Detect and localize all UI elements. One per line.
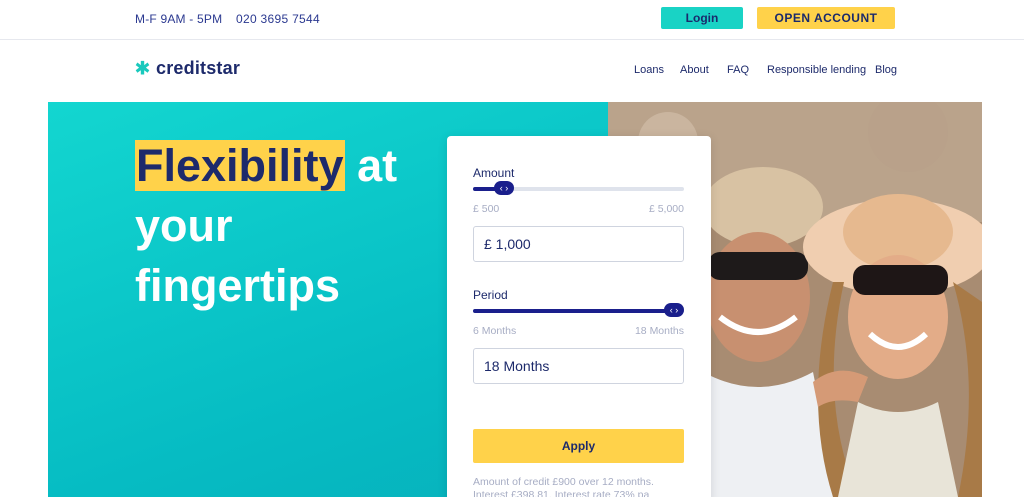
nav-link-loans[interactable]: Loans — [634, 64, 664, 76]
headline-text-3: fingertips — [135, 260, 341, 311]
open-account-button[interactable]: OPEN ACCOUNT — [757, 7, 895, 29]
period-field[interactable]: 18 Months — [473, 348, 684, 384]
period-slider-handle[interactable]: ‹ › — [664, 303, 684, 317]
star-logo-icon — [135, 60, 150, 74]
period-label: Period — [473, 288, 508, 302]
period-max: 18 Months — [634, 325, 684, 337]
credit-disclaimer: Amount of credit £900 over 12 months. In… — [473, 476, 654, 497]
amount-slider[interactable]: ‹ › — [473, 181, 684, 195]
period-min: 6 Months — [473, 325, 517, 337]
phone-number[interactable]: 020 3695 7544 — [236, 12, 320, 26]
apply-button[interactable]: Apply — [473, 429, 684, 463]
top-bar: M-F 9AM - 5PM 020 3695 7544 Login OPEN A… — [0, 0, 1024, 40]
amount-slider-handle[interactable]: ‹ › — [494, 181, 514, 195]
period-slider[interactable]: ‹ › — [473, 303, 684, 317]
amount-label: Amount — [473, 166, 515, 180]
headline-text-1: at — [344, 140, 398, 191]
nav-link-blog[interactable]: Blog — [875, 64, 897, 76]
logo-text: creditstar — [156, 57, 241, 78]
business-hours: M-F 9AM - 5PM — [135, 12, 223, 26]
nav-link-responsible-lending[interactable]: Responsible lending — [767, 64, 866, 76]
amount-max: £ 5,000 — [648, 203, 684, 215]
headline-highlight: Flexibility — [135, 140, 345, 191]
period-slider-fill — [473, 309, 674, 313]
nav-link-about[interactable]: About — [680, 64, 709, 76]
nav-link-faq[interactable]: FAQ — [727, 64, 749, 76]
amount-min: £ 500 — [473, 203, 500, 215]
amount-field[interactable]: £ 1,000 — [473, 226, 684, 262]
logo[interactable]: creditstar — [134, 56, 240, 80]
login-button[interactable]: Login — [661, 7, 743, 29]
loan-calculator-card: Amount ‹ › £ 500 £ 5,000 £ 1,000 Period … — [447, 136, 711, 497]
headline-text-2: your — [135, 200, 233, 251]
hero-headline: Flexibility at your fingertips — [135, 136, 435, 316]
